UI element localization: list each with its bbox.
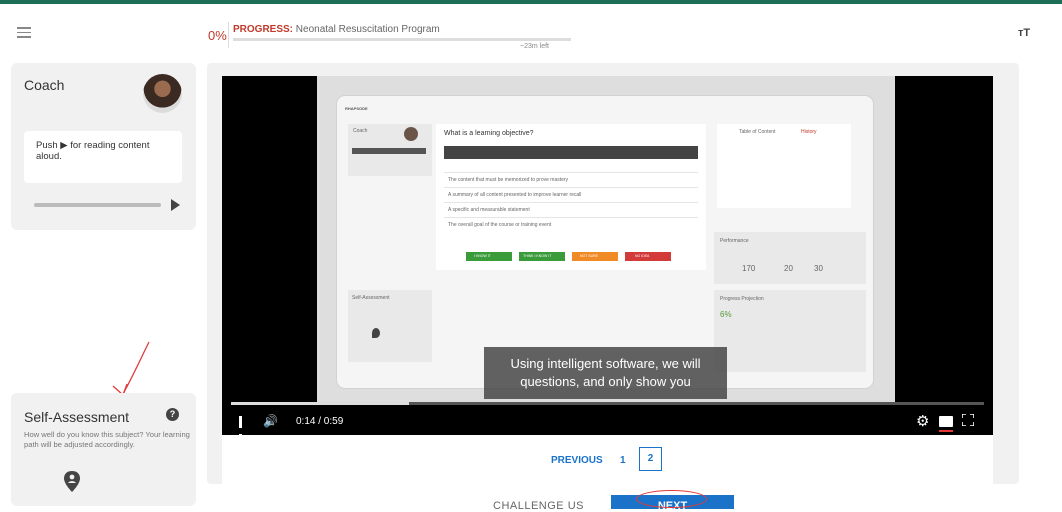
audio-progress-track[interactable] xyxy=(34,203,161,207)
video-scrubber[interactable] xyxy=(231,402,984,405)
embedded-divider xyxy=(444,172,698,173)
self-assessment-description: How well do you know this subject? Your … xyxy=(24,430,190,449)
embedded-proj-value: 6% xyxy=(720,310,732,319)
progress-title: PROGRESS: Neonatal Resuscitation Program xyxy=(233,24,440,35)
embedded-projection: Progress Projection 6% xyxy=(714,290,866,372)
caption-line-2: questions, and only show you xyxy=(520,374,691,389)
embedded-performance: Performance 170 20 30 xyxy=(714,232,866,284)
help-icon[interactable]: ? xyxy=(166,408,179,421)
embedded-answer-3: A specific and measurable statement xyxy=(448,207,530,213)
embedded-sa-marker xyxy=(372,328,380,338)
video-time: 0:14 / 0:59 xyxy=(296,416,344,427)
captions-icon[interactable] xyxy=(939,416,953,427)
embedded-coach-title: Coach xyxy=(353,128,368,134)
embedded-know-button: I KNOW IT xyxy=(466,252,512,261)
embedded-answer-4: The overall goal of the course or traini… xyxy=(448,222,552,228)
embedded-brand-text: RHAPSODE xyxy=(345,106,368,111)
embedded-perf-value: 170 xyxy=(742,264,756,273)
top-accent-line xyxy=(0,0,1062,4)
menu-icon[interactable] xyxy=(17,27,31,38)
embedded-notsure-button: NOT SURE xyxy=(572,252,618,261)
self-assessment-title: Self-Assessment xyxy=(24,409,130,425)
pagination-bar xyxy=(222,435,993,484)
progress-percent: 0% xyxy=(208,28,227,43)
coach-panel: Coach Push ▶ for reading content aloud. xyxy=(11,63,196,230)
embedded-divider xyxy=(444,217,698,218)
embedded-think-button: THINK I KNOW IT xyxy=(519,252,565,261)
embedded-answer-1: The content that must be memorized to pr… xyxy=(448,177,569,183)
embedded-brand: RHAPSODE xyxy=(345,106,368,111)
coach-message: Push ▶ for reading content aloud. xyxy=(24,131,182,183)
embedded-proj-title: Progress Projection xyxy=(720,296,764,302)
font-size-toggle-icon[interactable]: тТ xyxy=(1018,27,1030,39)
embedded-btn-label: THINK I KNOW IT xyxy=(523,254,552,258)
video-scrubber-fill xyxy=(231,402,410,405)
self-assessment-panel: Self-Assessment ? How well do you know t… xyxy=(11,393,196,506)
captions-active-indicator xyxy=(939,430,953,432)
program-name: Neonatal Resuscitation Program xyxy=(295,24,440,35)
coach-message-start: Push xyxy=(36,140,58,151)
embedded-sa-title: Self-Assessment xyxy=(352,295,390,301)
embedded-question-card: What is a learning objective? The conten… xyxy=(436,124,706,270)
progress-label: PROGRESS: xyxy=(233,24,294,35)
embedded-btn-label: NO IDEA xyxy=(635,254,650,258)
volume-icon[interactable]: 🔊 xyxy=(263,414,278,428)
pause-icon[interactable] xyxy=(239,415,249,446)
video-caption: Using intelligent software, we will ques… xyxy=(484,347,727,399)
progress-bar xyxy=(233,38,571,41)
embedded-noidea-button: NO IDEA xyxy=(625,252,671,261)
caption-line-1: Using intelligent software, we will xyxy=(510,356,701,371)
embedded-perf-value: 20 xyxy=(784,264,793,273)
gear-icon[interactable]: ⚙ xyxy=(916,412,929,430)
embedded-self-assessment: Self-Assessment xyxy=(348,290,432,362)
coach-title: Coach xyxy=(24,77,65,93)
challenge-us-button[interactable]: CHALLENGE US xyxy=(493,500,584,512)
page-1-link[interactable]: 1 xyxy=(620,455,626,466)
embedded-coach-avatar xyxy=(404,127,418,141)
embedded-selected-row xyxy=(444,146,698,159)
embedded-perf-value: 30 xyxy=(814,264,823,273)
embedded-question: What is a learning objective? xyxy=(444,130,534,137)
embedded-divider xyxy=(444,187,698,188)
play-inline-icon: ▶ xyxy=(60,140,68,151)
coach-avatar xyxy=(143,74,182,113)
embedded-btn-label: I KNOW IT xyxy=(474,254,491,258)
annotation-circle xyxy=(636,490,707,508)
progress-divider xyxy=(228,22,229,48)
embedded-toc-tab: Table of Content xyxy=(739,129,776,135)
time-left: ~23m left xyxy=(520,43,549,50)
embedded-history-tab: History xyxy=(801,129,817,135)
embedded-app-screenshot: RHAPSODE Coach What is a learning object… xyxy=(337,96,873,388)
embedded-divider xyxy=(444,202,698,203)
embedded-answer-2: A summary of all content presented to im… xyxy=(448,192,582,198)
previous-button[interactable]: PREVIOUS xyxy=(551,455,603,466)
audio-play-icon[interactable] xyxy=(171,199,180,211)
embedded-coach-bar xyxy=(352,148,426,154)
embedded-perf-title: Performance xyxy=(720,238,749,244)
page-2-link[interactable]: 2 xyxy=(639,447,662,471)
embedded-toc: Table of Content History xyxy=(717,124,851,208)
fullscreen-icon[interactable] xyxy=(962,414,974,426)
embedded-btn-label: NOT SURE xyxy=(580,254,599,258)
embedded-coach-panel: Coach xyxy=(348,124,432,176)
location-marker-icon[interactable] xyxy=(63,470,81,494)
